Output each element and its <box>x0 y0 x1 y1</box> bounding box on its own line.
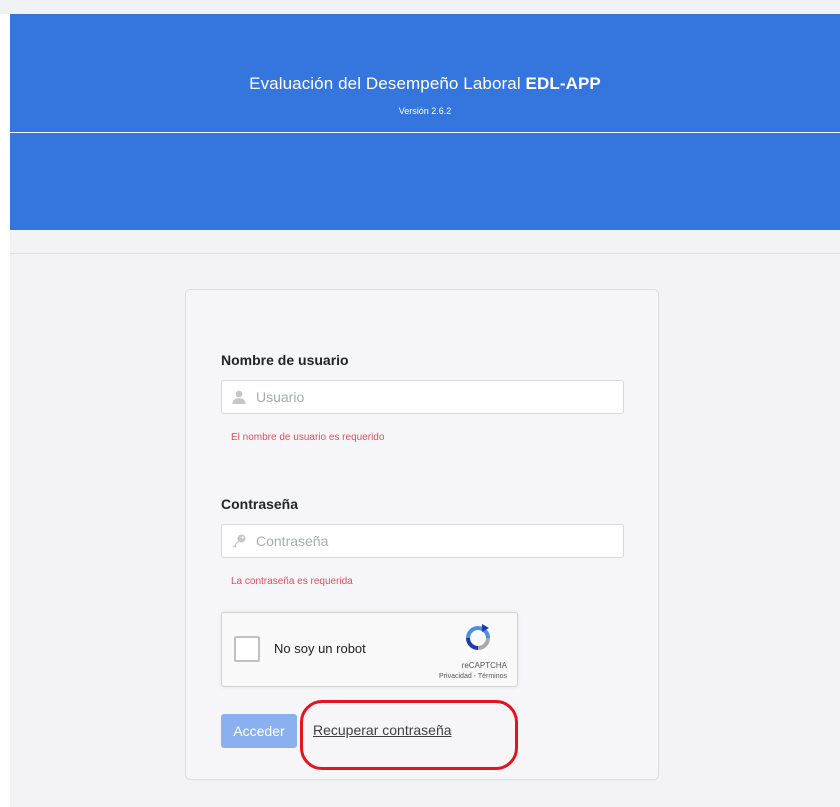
header-divider <box>10 132 840 133</box>
password-field[interactable] <box>221 524 624 558</box>
recaptcha-checkbox[interactable] <box>234 636 260 662</box>
username-field[interactable] <box>221 380 624 414</box>
recaptcha-label: No soy un robot <box>274 641 366 656</box>
app-title: Evaluación del Desempeño Laboral EDL-APP <box>10 74 840 94</box>
recover-password-link[interactable]: Recuperar contraseña <box>313 722 452 738</box>
username-error: El nombre de usuario es requerido <box>231 432 385 443</box>
recaptcha-links[interactable]: Privacidad - Términos <box>439 673 507 680</box>
app-title-prefix: Evaluación del Desempeño Laboral <box>249 74 526 93</box>
login-submit-button[interactable]: Acceder <box>221 714 297 748</box>
user-icon <box>232 390 246 404</box>
app-title-name: EDL-APP <box>525 74 601 93</box>
username-input[interactable] <box>256 381 616 413</box>
recaptcha-widget: No soy un robot reCAPTCHA Privacidad - T… <box>221 612 518 687</box>
recaptcha-logo-icon <box>466 624 490 650</box>
app-header: Evaluación del Desempeño Laboral EDL-APP… <box>10 14 840 230</box>
content-divider <box>10 253 840 254</box>
login-card: Nombre de usuario El nombre de usuario e… <box>185 289 659 780</box>
recaptcha-brand: reCAPTCHA <box>461 661 507 670</box>
password-input[interactable] <box>256 525 616 557</box>
password-error: La contraseña es requerida <box>231 576 353 587</box>
app-version: Versión 2.6.2 <box>398 106 452 116</box>
password-label: Contraseña <box>221 496 299 512</box>
username-label: Nombre de usuario <box>221 352 349 368</box>
top-strip <box>0 0 840 14</box>
key-icon <box>232 534 246 548</box>
